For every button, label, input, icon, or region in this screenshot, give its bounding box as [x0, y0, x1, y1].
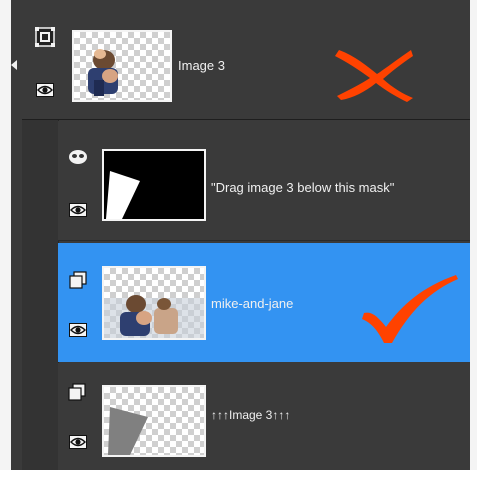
layer-name: ↑↑↑Image 3↑↑↑: [211, 408, 291, 422]
clipping-group-icon[interactable]: [35, 27, 55, 47]
panel-left-border: [0, 0, 11, 481]
panel-bottom-border: [0, 470, 477, 481]
mask-icon[interactable]: [68, 149, 88, 165]
layer-name: Image 3: [178, 58, 225, 73]
layer-row-mask[interactable]: "Drag image 3 below this mask": [58, 121, 470, 241]
layer-icon[interactable]: [69, 271, 87, 289]
layer-icon[interactable]: [68, 383, 86, 401]
mask-thumbnail: [102, 149, 206, 221]
layers-panel: Image 3 "Drag image 3 below this mask" m…: [0, 0, 477, 481]
expand-arrow-icon[interactable]: [11, 60, 17, 70]
layer-row-image3[interactable]: Image 3: [22, 0, 470, 120]
eye-icon[interactable]: [69, 203, 87, 217]
photo-thumbnail: [72, 30, 172, 102]
eye-icon[interactable]: [69, 323, 87, 337]
eye-icon[interactable]: [69, 435, 87, 449]
clip-indent-strip: [22, 120, 59, 470]
red-check-mark: [362, 275, 458, 343]
shape-thumbnail: [102, 385, 206, 457]
layer-name: mike-and-jane: [211, 296, 294, 311]
eye-icon[interactable]: [36, 83, 54, 97]
layer-row-image3-placeholder[interactable]: ↑↑↑Image 3↑↑↑: [58, 363, 470, 470]
layer-row-mike-and-jane[interactable]: mike-and-jane: [58, 243, 470, 362]
panel-right-border: [470, 0, 477, 481]
photo-thumbnail: [102, 266, 206, 340]
red-x-mark: [335, 50, 413, 102]
layer-name: "Drag image 3 below this mask": [211, 180, 395, 195]
